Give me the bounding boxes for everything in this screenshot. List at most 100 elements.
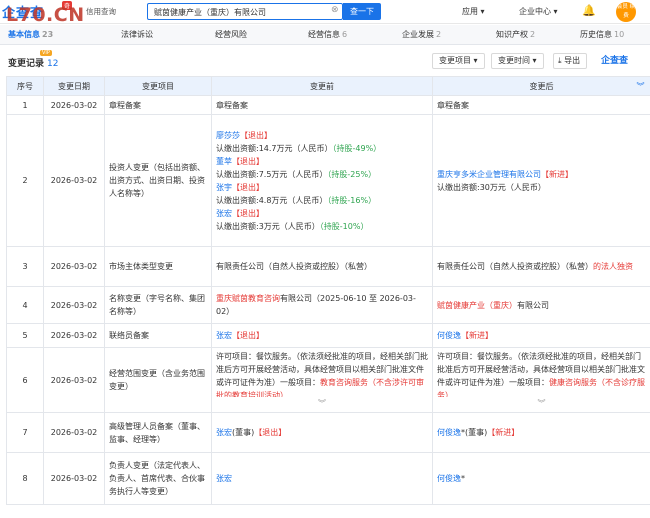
row-number: 3	[6, 246, 44, 287]
cell-content: 许可项目：餐饮服务。（依法须经批准的项目，经相关部门批准后方可开展经营活动，具体…	[216, 350, 428, 397]
entity-link[interactable]: 何俊逸	[437, 474, 461, 483]
change-item: 高级管理人员备案（董事、监事、经理等）	[104, 412, 212, 453]
cell-content: 张宏【退出】	[216, 331, 264, 340]
entity-link[interactable]: 张宏	[216, 331, 232, 340]
cell-text: 章程备案	[216, 100, 248, 110]
entity-link[interactable]: 张宏	[216, 474, 232, 483]
export-button[interactable]: ⤓ 导出	[553, 53, 588, 69]
table-row: 7 2026-03-02 高级管理人员备案（董事、监事、经理等） 张宏(董事)【退出】…	[6, 412, 650, 453]
change-date: 2026-03-02	[43, 246, 105, 287]
row-number: 8	[6, 452, 44, 505]
expand-icon[interactable]: ︾	[437, 397, 646, 410]
section-title: 变更记录 12	[8, 59, 59, 69]
tab-operation[interactable]: 经营信息 6	[308, 29, 347, 40]
search-button[interactable]: 查一下	[343, 3, 381, 20]
expand-icon[interactable]: ︾	[216, 397, 428, 410]
cell-line: 认缴出资额:7.5万元（人民币）（持股-25%）	[216, 168, 428, 181]
row-number: 5	[6, 323, 44, 348]
vip-badge: VIP	[40, 50, 52, 56]
row-number: 6	[6, 347, 44, 413]
cell-line: 张宏(董事)【退出】	[216, 428, 286, 437]
cell-line: 何俊逸*(董事)【新进】	[437, 428, 519, 437]
before-cell: 重庆赋茵教育咨询有限公司（2025-06-10 至 2026-03-02）	[211, 286, 433, 324]
col-header-after: 变更后 ︾	[432, 76, 650, 96]
cell-text: 章程备案	[437, 100, 469, 110]
cell-line: 重庆赋茵教育咨询有限公司（2025-06-10 至 2026-03-02）	[216, 294, 416, 316]
cell-line: 有限责任公司（自然人投资或控股）（私营）	[216, 262, 372, 271]
table-row: 1 2026-03-02 章程备案 章程备案 章程备案	[6, 95, 650, 115]
entity-link[interactable]: 重庆亨多米企业管理有限公司	[437, 170, 541, 179]
filter-change-time[interactable]: 变更时间 ▾	[491, 53, 544, 69]
cell-line: 章程备案	[437, 101, 469, 110]
change-item: 投资人变更（包括出资额、出资方式、出资日期、投资人名称等）	[104, 114, 212, 247]
change-date: 2026-03-02	[43, 286, 105, 324]
search-input[interactable]: 赋茵健康产业（重庆）有限公司	[147, 3, 343, 20]
change-item: 负责人变更（法定代表人、负责人、首席代表、合伙事务执行人等变更）	[104, 452, 212, 505]
filter-change-item[interactable]: 变更项目 ▾	[432, 53, 485, 69]
enterprise-center-menu[interactable]: 企业中心 ▾	[519, 6, 558, 17]
member-badge[interactable]: 会员 续费	[616, 2, 636, 22]
table-header-row: 序号 变更日期 变更项目 变更前 变更后 ︾	[6, 76, 650, 96]
credit-query-link[interactable]: 信用查询	[86, 6, 116, 17]
change-tag: 的法人独资	[593, 262, 633, 271]
cell-line: 张宏	[216, 474, 232, 483]
col-header-item: 变更项目	[104, 76, 212, 96]
app-menu[interactable]: 应用 ▾	[462, 6, 485, 17]
table-row: 2 2026-03-02 投资人变更（包括出资额、出资方式、出资日期、投资人名称等）…	[6, 114, 650, 247]
cell-text: 认缴出资额:14.7万元（人民币）	[216, 143, 333, 153]
entity-link[interactable]: 何俊逸	[437, 428, 461, 437]
change-tag: 【退出】	[232, 156, 264, 166]
entity-link[interactable]: 廖莎莎	[216, 131, 240, 140]
cell-content: 赋茵健康产业（重庆）有限公司	[437, 301, 549, 310]
table-row: 8 2026-03-02 负责人变更（法定代表人、负责人、首席代表、合伙事务执行人等…	[6, 452, 650, 505]
clear-icon[interactable]: ⊗	[331, 5, 339, 15]
brand-logo: 企查查	[601, 56, 629, 66]
change-item: 名称变更（字号名称、集团名称等）	[104, 286, 212, 324]
cell-line: 张宏【退出】	[216, 207, 428, 220]
entity-link[interactable]: 张宏	[216, 428, 232, 437]
bell-icon[interactable]: 🔔	[582, 4, 596, 17]
change-tag: （持股-16%）	[327, 195, 377, 205]
tab-legal[interactable]: 法律诉讼	[121, 29, 153, 40]
cell-content: 张宏(董事)【退出】	[216, 428, 286, 437]
tab-basic-info[interactable]: 基本信息 23	[8, 29, 53, 40]
cell-text: *(董事)	[461, 428, 488, 437]
tab-history[interactable]: 历史信息 10	[580, 29, 624, 40]
row-number: 7	[6, 412, 44, 453]
tab-development[interactable]: 企业发展 2	[402, 29, 441, 40]
table-row: 4 2026-03-02 名称变更（字号名称、集团名称等） 重庆赋茵教育咨询有限公司（…	[6, 286, 650, 324]
change-tag: 【退出】	[232, 208, 264, 218]
cell-content: 章程备案	[216, 101, 248, 110]
cell-content: 何俊逸*	[437, 474, 465, 483]
entity-link[interactable]: 何俊逸	[437, 331, 461, 340]
tab-ip[interactable]: 知识产权 2	[496, 29, 535, 40]
cell-text: 有限责任公司（自然人投资或控股	[437, 262, 557, 271]
entity-link[interactable]: 董苹	[216, 157, 232, 166]
after-cell: 许可项目：餐饮服务。（依法须经批准的项目，经相关部门批准后方可开展经营活动，具体…	[432, 347, 650, 413]
watermark: L70.CN	[6, 4, 85, 26]
cell-line: 章程备案	[216, 101, 248, 110]
cell-content: 许可项目：餐饮服务。（依法须经批准的项目，经相关部门批准后方可开展经营活动，具体…	[437, 350, 646, 397]
entity-link[interactable]: 张宏	[216, 209, 232, 218]
cell-content: 有限责任公司（自然人投资或控股）（私营）	[216, 262, 372, 271]
change-date: 2026-03-02	[43, 323, 105, 348]
change-tag: 【退出】	[240, 130, 272, 140]
before-cell: 廖莎莎【退出】 认缴出资额:14.7万元（人民币）（持股-49%） 董苹【退出】 认缴…	[211, 114, 433, 247]
changed-text: 赋茵健康产业（重庆）	[437, 300, 517, 310]
collapse-icon[interactable]: ︾	[637, 81, 645, 92]
cell-text: ）（私营）	[557, 262, 593, 271]
cell-text: 认缴出资额:30万元（人民币）	[437, 182, 546, 192]
cell-line: 认缴出资额:4.8万元（人民币）（持股-16%）	[216, 194, 428, 207]
before-cell: 张宏	[211, 452, 433, 505]
after-cell: 重庆亨多米企业管理有限公司【新进】 认缴出资额:30万元（人民币）	[432, 114, 650, 247]
tab-risk[interactable]: 经营风险	[215, 29, 247, 40]
cell-text: (董事)	[232, 428, 255, 437]
cell-text: 认缴出资额:4.8万元（人民币）	[216, 195, 328, 205]
entity-link[interactable]: 张宇	[216, 183, 232, 192]
change-record-table: 序号 变更日期 变更项目 变更前 变更后 ︾ 1 2026-03-02 章程备案 章程备…	[6, 76, 650, 505]
cell-line: 重庆亨多米企业管理有限公司【新进】	[437, 168, 646, 181]
change-tag: 【新进】	[461, 331, 493, 340]
info-tabs: 基本信息 23 法律诉讼 经营风险 经营信息 6 企业发展 2 知识产权 2 历史信息 1…	[0, 25, 650, 45]
top-bar: 企查查 奇 信用查询 赋茵健康产业（重庆）有限公司 ⊗ 查一下 应用 ▾ 企业中…	[0, 0, 650, 24]
table-row: 6 2026-03-02 经营范围变更（含业务范围变更） 许可项目：餐饮服务。（依法须…	[6, 347, 650, 413]
